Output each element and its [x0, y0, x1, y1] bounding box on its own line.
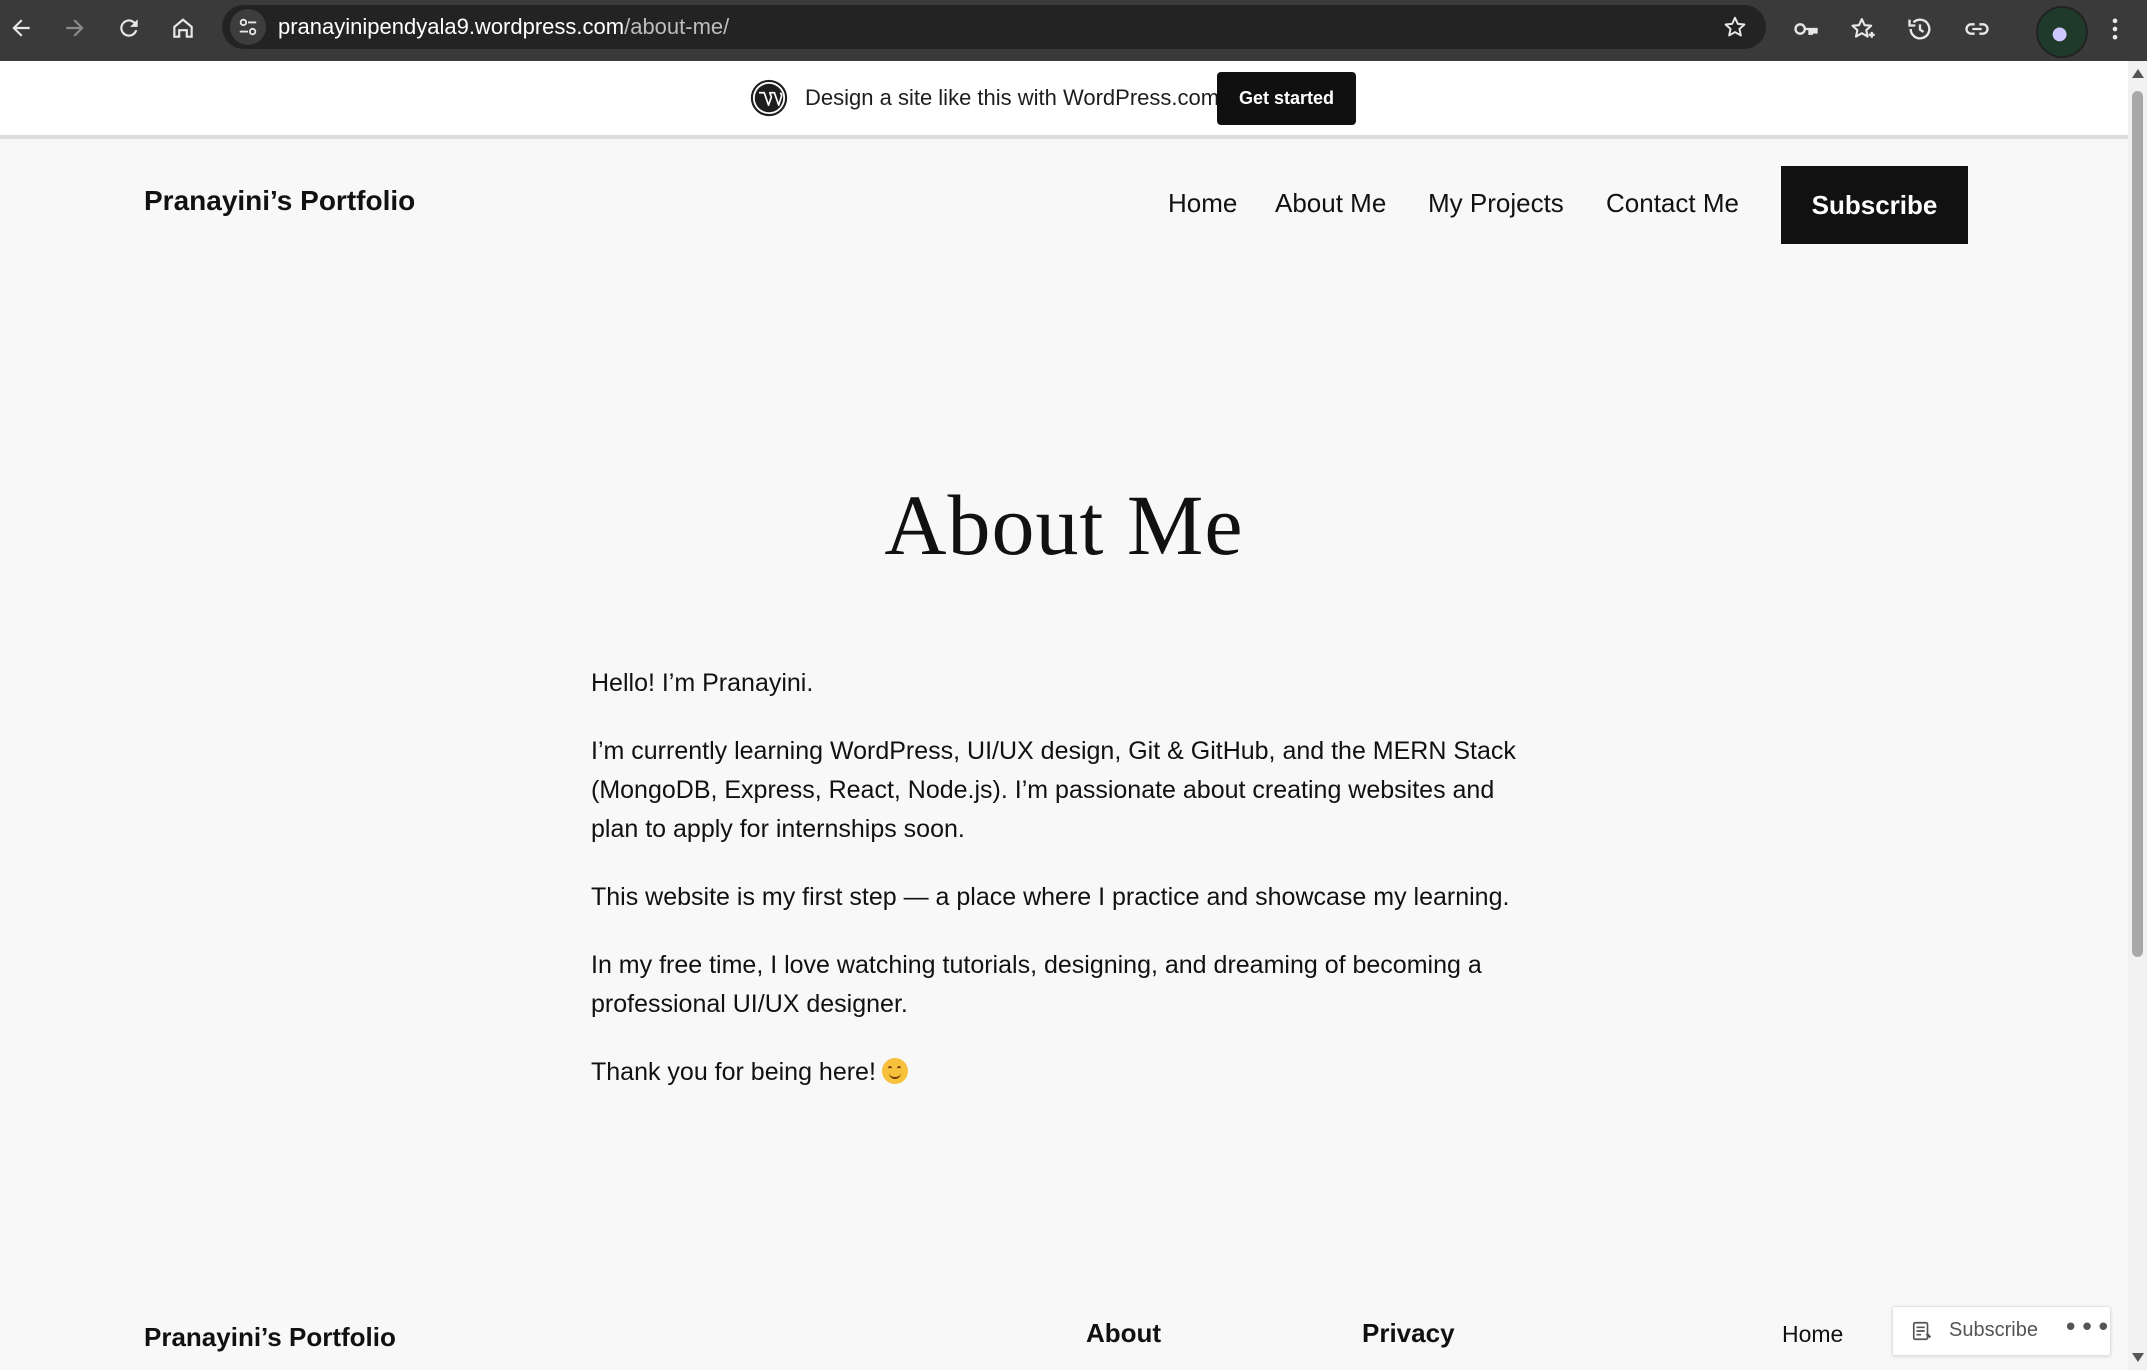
kebab-menu-icon	[2112, 18, 2118, 40]
reload-button[interactable]	[110, 9, 148, 47]
wordpress-logo-icon	[750, 79, 788, 117]
smiling-face-icon	[881, 1058, 908, 1084]
star-icon	[1724, 16, 1746, 37]
url-host: pranayinipendyala9.wordpress.com	[278, 14, 625, 39]
thanks-text: Thank you for being here!	[591, 1058, 876, 1086]
tune-icon	[239, 18, 257, 36]
page-scrollbar[interactable]	[2128, 61, 2147, 1370]
footer-about-heading: About	[1086, 1318, 1162, 1348]
nav-home[interactable]: Home	[1168, 188, 1237, 219]
history-button[interactable]	[1900, 9, 1940, 49]
paragraph-free-time: In my free time, I love watching tutoria…	[591, 951, 1482, 1018]
footer-privacy-heading: Privacy	[1362, 1318, 1455, 1348]
wordpress-banner-text: Design a site like this with WordPress.c…	[805, 85, 1220, 110]
forward-button[interactable]	[56, 9, 94, 47]
paragraph-learning: I’m currently learning WordPress, UI/UX …	[591, 737, 1516, 843]
page-content: Hello! I’m Pranayini. I’m currently lear…	[591, 664, 1516, 1121]
site-title[interactable]: Pranayini’s Portfolio	[144, 185, 415, 217]
scroll-down-arrow[interactable]	[2132, 1353, 2144, 1362]
footer-home-link[interactable]: Home	[1782, 1321, 1843, 1348]
home-icon	[173, 18, 193, 38]
favorites-button[interactable]	[1843, 9, 1883, 49]
nav-contact-me[interactable]: Contact Me	[1606, 188, 1739, 219]
reader-icon	[1912, 1321, 1932, 1341]
reload-icon	[120, 19, 138, 37]
passwords-button[interactable]	[1786, 9, 1826, 49]
arrow-right-icon	[66, 19, 84, 37]
more-options-icon[interactable]: •••	[2063, 1313, 2112, 1343]
paragraph-first-step: This website is my first step — a place …	[591, 883, 1510, 911]
paragraph-greeting: Hello! I’m Pranayini.	[591, 669, 814, 697]
scroll-thumb[interactable]	[2132, 91, 2143, 957]
key-icon	[1794, 23, 1818, 35]
page-title: About Me	[884, 477, 1244, 573]
site-info-button[interactable]	[230, 9, 266, 45]
floating-subscribe-bar: Subscribe •••	[1892, 1306, 2111, 1356]
home-button[interactable]	[164, 9, 202, 47]
footer-site-title[interactable]: Pranayini’s Portfolio	[144, 1322, 396, 1353]
subscribe-button[interactable]: Subscribe	[1781, 166, 1968, 244]
browser-menu-button[interactable]	[2095, 9, 2135, 49]
link-icon	[1965, 23, 1989, 35]
history-icon	[1908, 18, 1931, 40]
wordpress-promo-banner: Design a site like this with WordPress.c…	[0, 61, 2128, 139]
nav-my-projects[interactable]: My Projects	[1428, 188, 1564, 219]
paragraph-thanks: Thank you for being here!	[591, 1053, 1516, 1092]
nav-about-me[interactable]: About Me	[1275, 188, 1386, 219]
address-bar[interactable]: pranayinipendyala9.wordpress.com/about-m…	[222, 5, 1766, 49]
star-list-icon	[1851, 18, 1875, 38]
url-text[interactable]: pranayinipendyala9.wordpress.com/about-m…	[278, 14, 729, 40]
get-started-button[interactable]: Get started	[1217, 72, 1356, 125]
scroll-up-arrow[interactable]	[2132, 69, 2144, 78]
url-path: /about-me/	[624, 14, 730, 39]
bookmark-button[interactable]	[1722, 14, 1748, 44]
floating-subscribe-button[interactable]: Subscribe	[1949, 1319, 2038, 1342]
copy-link-button[interactable]	[1957, 9, 1997, 49]
back-button[interactable]	[2, 9, 40, 47]
browser-toolbar: pranayinipendyala9.wordpress.com/about-m…	[0, 0, 2147, 61]
profile-avatar[interactable]	[2036, 6, 2088, 58]
arrow-left-icon	[12, 19, 30, 37]
